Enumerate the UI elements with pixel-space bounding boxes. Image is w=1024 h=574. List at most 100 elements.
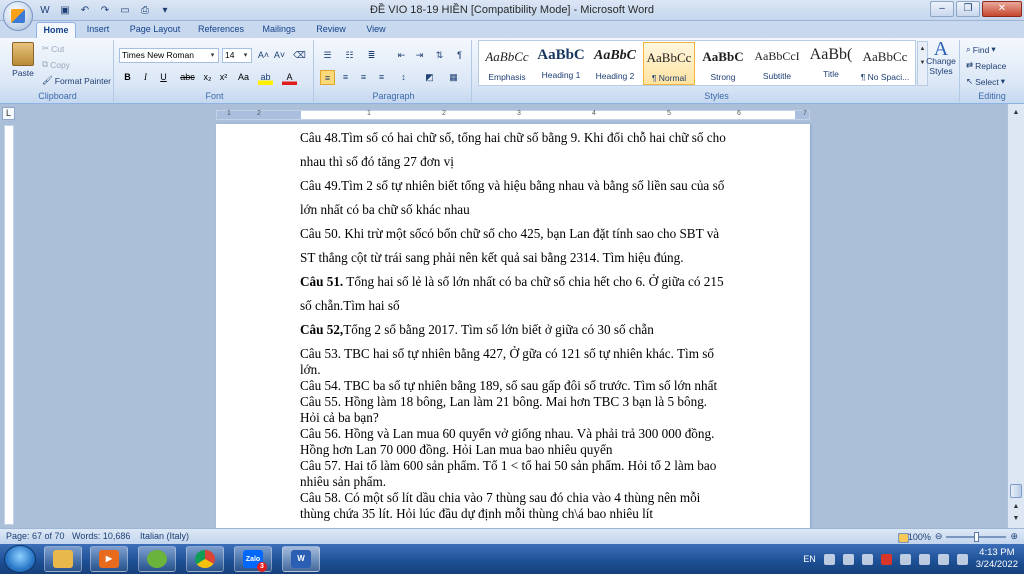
subscript-icon[interactable]: x₂	[200, 70, 215, 85]
tray-app-icon[interactable]	[823, 553, 835, 565]
shrink-font-icon[interactable]: A˅	[272, 48, 287, 63]
scrollbar-thumb[interactable]	[1010, 484, 1022, 498]
media-player-taskbar-button[interactable]: ▶	[90, 546, 128, 572]
justify-icon[interactable]: ≡	[374, 70, 389, 85]
tab-review[interactable]: Review	[310, 22, 352, 38]
borders-icon[interactable]: ▦	[446, 70, 461, 85]
tray-app-icon[interactable]	[899, 553, 911, 565]
doc-line: nhiêu sản phẩm.	[300, 474, 760, 490]
zoom-slider-knob[interactable]	[974, 531, 980, 542]
line-text: Câu 48.Tìm số có hai chữ số, tổng hai ch…	[300, 130, 726, 145]
line-text: Câu 56. Hồng và Lan mua 60 quyển vở giốn…	[300, 426, 715, 441]
tab-home[interactable]: Home	[36, 22, 76, 38]
style-no-spacing[interactable]: AaBbCc ¶ No Spaci...	[859, 42, 911, 85]
close-button[interactable]: ✕	[982, 1, 1022, 17]
language-indicator[interactable]: EN	[803, 554, 816, 564]
page-count[interactable]: Page: 67 of 70	[6, 531, 65, 541]
show-marks-icon[interactable]: ¶	[452, 48, 467, 63]
highlight-icon[interactable]: ab	[258, 70, 273, 85]
line-spacing-icon[interactable]: ↕	[396, 70, 411, 85]
increase-indent-icon[interactable]: ⇥	[412, 48, 427, 63]
notification-badge: 3	[257, 562, 267, 572]
horizontal-ruler[interactable]: 1 2 1 2 3 4 5 6 7	[216, 110, 810, 120]
style-name: Heading 2	[595, 71, 635, 81]
tab-page-layout[interactable]: Page Layout	[124, 22, 186, 38]
line-text: lớn nhất có ba chữ số khác nhau	[300, 202, 470, 217]
tray-app-icon[interactable]	[880, 553, 892, 565]
network-icon[interactable]	[937, 553, 949, 565]
style-heading-1[interactable]: AaBbC Heading 1	[535, 42, 587, 85]
bullets-icon[interactable]: ☰	[320, 48, 335, 63]
zoom-level[interactable]: 100%	[908, 532, 931, 542]
utility-taskbar-button[interactable]	[138, 546, 176, 572]
select-button[interactable]: ↖ Select ▾	[966, 76, 1005, 87]
word-count[interactable]: Words: 10,686	[72, 531, 130, 541]
grow-font-icon[interactable]: A˄	[256, 48, 271, 63]
vertical-ruler[interactable]	[4, 125, 14, 525]
flag-icon[interactable]	[918, 553, 930, 565]
change-styles-button[interactable]: A Change Styles	[924, 39, 958, 76]
replace-button[interactable]: ⇄ Replace	[966, 60, 1006, 71]
font-color-icon[interactable]: A	[282, 70, 297, 85]
shading-icon[interactable]: ◩	[422, 70, 437, 85]
tab-selector[interactable]: L	[2, 107, 15, 120]
restore-button[interactable]: ❐	[956, 1, 980, 17]
clear-formatting-icon[interactable]: ⌫	[292, 48, 307, 63]
word-taskbar-button[interactable]: W	[282, 546, 320, 572]
draft-icon[interactable]	[897, 533, 909, 543]
document-body[interactable]: Câu 48.Tìm số có hai chữ số, tổng hai ch…	[300, 130, 760, 522]
change-case-icon[interactable]: Aa	[236, 70, 251, 85]
volume-icon[interactable]	[956, 553, 968, 565]
scroll-up-icon[interactable]: ▲	[1009, 106, 1023, 120]
style-subtitle[interactable]: AaBbCcI Subtitle	[751, 42, 803, 85]
style-strong[interactable]: AaBbC Strong	[697, 42, 749, 85]
vertical-scrollbar[interactable]: ▲ ▲ ▼	[1007, 104, 1024, 528]
font-group: Times New Roman ▾ 14 ▾ A˄ A˅ ⌫ B I U abc x…	[116, 40, 314, 102]
language-status[interactable]: Italian (Italy)	[140, 531, 189, 541]
font-size-combo[interactable]: 14 ▾	[222, 48, 252, 63]
strikethrough-icon[interactable]: abc	[180, 70, 195, 85]
office-button[interactable]	[3, 1, 33, 31]
zoom-slider[interactable]	[946, 531, 1007, 542]
numbering-icon[interactable]: ☷	[342, 48, 357, 63]
tray-app-icon[interactable]	[861, 553, 873, 565]
style-title[interactable]: AaBb(Title	[805, 42, 857, 85]
bold-icon[interactable]: B	[120, 70, 135, 85]
tab-mailings[interactable]: Mailings	[256, 22, 302, 38]
superscript-icon[interactable]: x²	[216, 70, 231, 85]
chrome-taskbar-button[interactable]	[186, 546, 224, 572]
document-page[interactable]: Câu 48.Tìm số có hai chữ số, tổng hai ch…	[216, 124, 810, 528]
style-emphasis[interactable]: AaBbCc Emphasis	[481, 42, 533, 85]
start-button[interactable]	[4, 545, 36, 573]
paste-button[interactable]: Paste	[8, 42, 38, 78]
next-page-icon[interactable]: ▼	[1009, 512, 1023, 526]
line-text: Câu 50. Khi trừ một sốcó bốn chữ số cho …	[300, 226, 720, 241]
underline-icon[interactable]: U	[156, 70, 171, 85]
zoom-in-icon[interactable]: ⊕	[1010, 531, 1018, 542]
tab-view[interactable]: View	[360, 22, 392, 38]
tray-app-icon[interactable]	[842, 553, 854, 565]
font-family-value: Times New Roman	[122, 50, 194, 60]
style-normal[interactable]: AaBbCc ¶ Normal	[643, 42, 695, 85]
multilevel-list-icon[interactable]: ≣	[364, 48, 379, 63]
copy-button[interactable]: ⧉ Copy	[42, 59, 70, 70]
italic-icon[interactable]: I	[138, 70, 153, 85]
align-left-icon[interactable]: ≡	[320, 70, 335, 85]
style-heading-2[interactable]: AaBbC Heading 2	[589, 42, 641, 85]
format-painter-button[interactable]: 🖌 Format Painter	[42, 75, 111, 86]
clock[interactable]: 4:13 PM 3/24/2022	[976, 547, 1018, 571]
explorer-taskbar-button[interactable]	[44, 546, 82, 572]
sort-icon[interactable]: ⇅	[432, 48, 447, 63]
decrease-indent-icon[interactable]: ⇤	[394, 48, 409, 63]
font-family-combo[interactable]: Times New Roman ▾	[119, 48, 219, 63]
align-center-icon[interactable]: ≡	[338, 70, 353, 85]
tab-references[interactable]: References	[192, 22, 250, 38]
line-text: Câu 58. Có một số lít dầu chia vào 7 thù…	[300, 490, 701, 505]
tab-insert[interactable]: Insert	[80, 22, 116, 38]
zoom-out-icon[interactable]: ⊖	[935, 531, 943, 542]
align-right-icon[interactable]: ≡	[356, 70, 371, 85]
find-button[interactable]: ⌕ Find ▾	[966, 44, 996, 55]
zalo-taskbar-button[interactable]: Zalo 3	[234, 546, 272, 572]
minimize-button[interactable]: –	[930, 1, 954, 17]
cut-button[interactable]: ✂ Cut	[42, 43, 64, 54]
